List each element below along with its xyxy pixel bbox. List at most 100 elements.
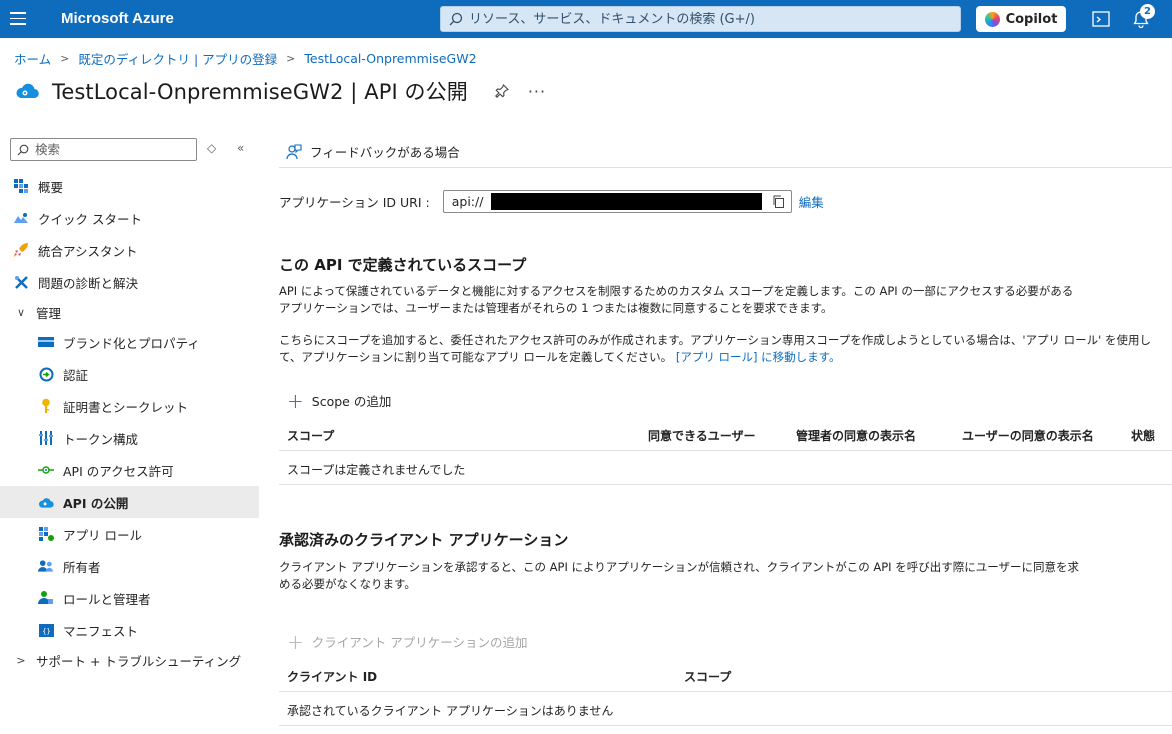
- feedback-label: フィードバックがある場合: [310, 145, 460, 160]
- app-cloud-icon: [16, 83, 39, 99]
- copilot-icon: [984, 11, 1000, 27]
- manifest-icon: {}: [38, 622, 54, 638]
- breadcrumb-app-registrations[interactable]: 既定のディレクトリ | アプリの登録: [78, 49, 277, 68]
- column-header[interactable]: 状態: [1131, 427, 1155, 444]
- app-id-uri-field[interactable]: api://: [442, 190, 792, 213]
- more-options-icon[interactable]: ···: [528, 82, 546, 101]
- sidebar-item-label: トークン構成: [63, 431, 139, 447]
- add-client-label: クライアント アプリケーションの追加: [311, 635, 528, 650]
- cloud-shell-icon[interactable]: [1091, 9, 1111, 29]
- column-header[interactable]: 管理者の同意の表示名: [796, 427, 916, 444]
- sidebar-item-label: API の公開: [63, 495, 129, 511]
- app-roles-icon: [38, 526, 54, 542]
- table-header: スコープ 同意できるユーザー 管理者の同意の表示名 ユーザーの同意の表示名 状態: [279, 417, 1172, 451]
- redacted-block: [490, 193, 762, 210]
- scopes-table: スコープ 同意できるユーザー 管理者の同意の表示名 ユーザーの同意の表示名 状態…: [279, 417, 1172, 485]
- empty-message: 承認されているクライアント アプリケーションはありません: [287, 704, 614, 718]
- sidebar-search[interactable]: [10, 138, 197, 161]
- command-bar: フィードバックがある場合: [279, 136, 1172, 168]
- roles-admin-icon: [38, 590, 54, 606]
- pin-icon[interactable]: [494, 83, 510, 99]
- collapse-sidebar-icon[interactable]: «: [237, 141, 244, 155]
- global-search-input[interactable]: [469, 11, 949, 27]
- page-header: TestLocal-OnpremmiseGW2 | API の公開 ···: [14, 76, 546, 106]
- sidebar-item-quickstart[interactable]: クイック スタート: [0, 202, 259, 234]
- column-header[interactable]: ユーザーの同意の表示名: [962, 427, 1094, 444]
- sidebar-item-token-config[interactable]: トークン構成: [0, 422, 259, 454]
- notification-badge: 2: [1140, 4, 1155, 19]
- sidebar-item-api-permissions[interactable]: API のアクセス許可: [0, 454, 259, 486]
- sidebar-group-support[interactable]: > サポート + トラブルシューティング: [0, 646, 259, 674]
- global-search[interactable]: [440, 6, 961, 32]
- sidebar-item-overview[interactable]: 概要: [0, 170, 259, 202]
- breadcrumb-separator-icon: >: [286, 52, 296, 65]
- breadcrumb-home[interactable]: ホーム: [14, 49, 51, 68]
- breadcrumb: ホーム > 既定のディレクトリ | アプリの登録 > TestLocal-Onp…: [14, 49, 477, 68]
- column-header[interactable]: スコープ: [287, 427, 334, 444]
- sidebar-item-integration-assistant[interactable]: 統合アシスタント: [0, 234, 259, 266]
- cloud-icon: [38, 494, 54, 510]
- authentication-icon: [38, 366, 54, 382]
- top-bar: Microsoft Azure Copilot 2: [0, 0, 1172, 38]
- sidebar-item-owners[interactable]: 所有者: [0, 550, 259, 582]
- overview-icon: [13, 178, 29, 194]
- svg-text:{}: {}: [42, 627, 50, 635]
- feedback-button[interactable]: フィードバックがある場合: [286, 142, 460, 161]
- copy-icon[interactable]: [772, 195, 785, 208]
- clients-section-title: 承認済みのクライアント アプリケーション: [279, 531, 569, 549]
- sidebar-item-label: アプリ ロール: [63, 527, 142, 543]
- sidebar-item-roles-admins[interactable]: ロールと管理者: [0, 582, 259, 614]
- sidebar-item-label: 問題の診断と解決: [38, 275, 139, 291]
- chevron-down-icon: ∨: [16, 305, 26, 319]
- breadcrumb-separator-icon: >: [60, 52, 70, 65]
- sidebar-item-label: マニフェスト: [63, 623, 139, 639]
- edit-uri-link[interactable]: 編集: [799, 192, 824, 211]
- app-roles-link[interactable]: [アプリ ロール] に移動します。: [676, 350, 841, 364]
- sidebar-item-label: 統合アシスタント: [38, 243, 138, 259]
- sidebar-item-branding[interactable]: ブランド化とプロパティ: [0, 326, 259, 358]
- copilot-button[interactable]: Copilot: [976, 6, 1066, 32]
- rocket-icon: [13, 242, 29, 258]
- add-client-button[interactable]: + クライアント アプリケーションの追加: [287, 632, 528, 652]
- quickstart-icon: [13, 210, 29, 226]
- copilot-label: Copilot: [1005, 11, 1058, 27]
- scopes-description-2: こちらにスコープを追加すると、委任されたアクセス許可のみが作成されます。アプリケ…: [279, 332, 1172, 366]
- clients-description: クライアント アプリケーションを承認すると、この API によりアプリケーション…: [279, 560, 1079, 591]
- column-header[interactable]: クライアント ID: [287, 668, 377, 685]
- sidebar-item-label: クイック スタート: [38, 211, 142, 227]
- feedback-icon: [286, 143, 302, 159]
- sidebar-item-authentication[interactable]: 認証: [0, 358, 259, 390]
- sidebar-item-app-roles[interactable]: アプリ ロール: [0, 518, 259, 550]
- key-icon: [38, 398, 54, 414]
- sidebar-item-expose-api[interactable]: API の公開: [0, 486, 259, 518]
- table-row: 承認されているクライアント アプリケーションはありません: [279, 692, 1172, 726]
- empty-message: スコープは定義されませんでした: [287, 463, 466, 477]
- sidebar-item-label: ロールと管理者: [63, 591, 151, 607]
- hamburger-menu-icon[interactable]: [10, 12, 26, 26]
- chevron-right-icon: >: [16, 653, 26, 667]
- sidebar-item-label: 認証: [63, 367, 89, 383]
- sidebar-item-manifest[interactable]: {} マニフェスト: [0, 614, 259, 646]
- column-header[interactable]: 同意できるユーザー: [648, 427, 756, 444]
- search-icon: [449, 12, 463, 26]
- clients-table: クライアント ID スコープ 承認されているクライアント アプリケーションはあり…: [279, 658, 1172, 726]
- sidebar-group-manage[interactable]: ∨ 管理: [0, 298, 259, 326]
- sidebar-search-input[interactable]: [35, 142, 185, 157]
- breadcrumb-app[interactable]: TestLocal-OnpremmiseGW2: [304, 51, 476, 66]
- sidebar-item-label: ブランド化とプロパティ: [63, 335, 200, 351]
- table-header: クライアント ID スコープ: [279, 658, 1172, 692]
- brand-logo[interactable]: Microsoft Azure: [61, 10, 174, 27]
- app-id-uri-label: アプリケーション ID URI :: [279, 195, 430, 210]
- sidebar-item-certificates[interactable]: 証明書とシークレット: [0, 390, 259, 422]
- scopes-description: API によって保護されているデータと機能に対するアクセスを制限するためのカスタ…: [279, 284, 1074, 315]
- wrench-icon: [13, 274, 29, 290]
- table-row: スコープは定義されませんでした: [279, 451, 1172, 485]
- column-header[interactable]: スコープ: [684, 668, 731, 685]
- add-scope-button[interactable]: + Scope の追加: [287, 391, 391, 411]
- search-icon: [17, 144, 29, 155]
- sidebar-item-label: 管理: [36, 305, 62, 321]
- sidebar-item-diagnose[interactable]: 問題の診断と解決: [0, 266, 259, 298]
- sidebar-item-label: 証明書とシークレット: [63, 399, 189, 415]
- sort-toggle-icon[interactable]: ◇: [207, 141, 216, 155]
- app-id-uri-row: アプリケーション ID URI : api:// 編集: [279, 190, 824, 213]
